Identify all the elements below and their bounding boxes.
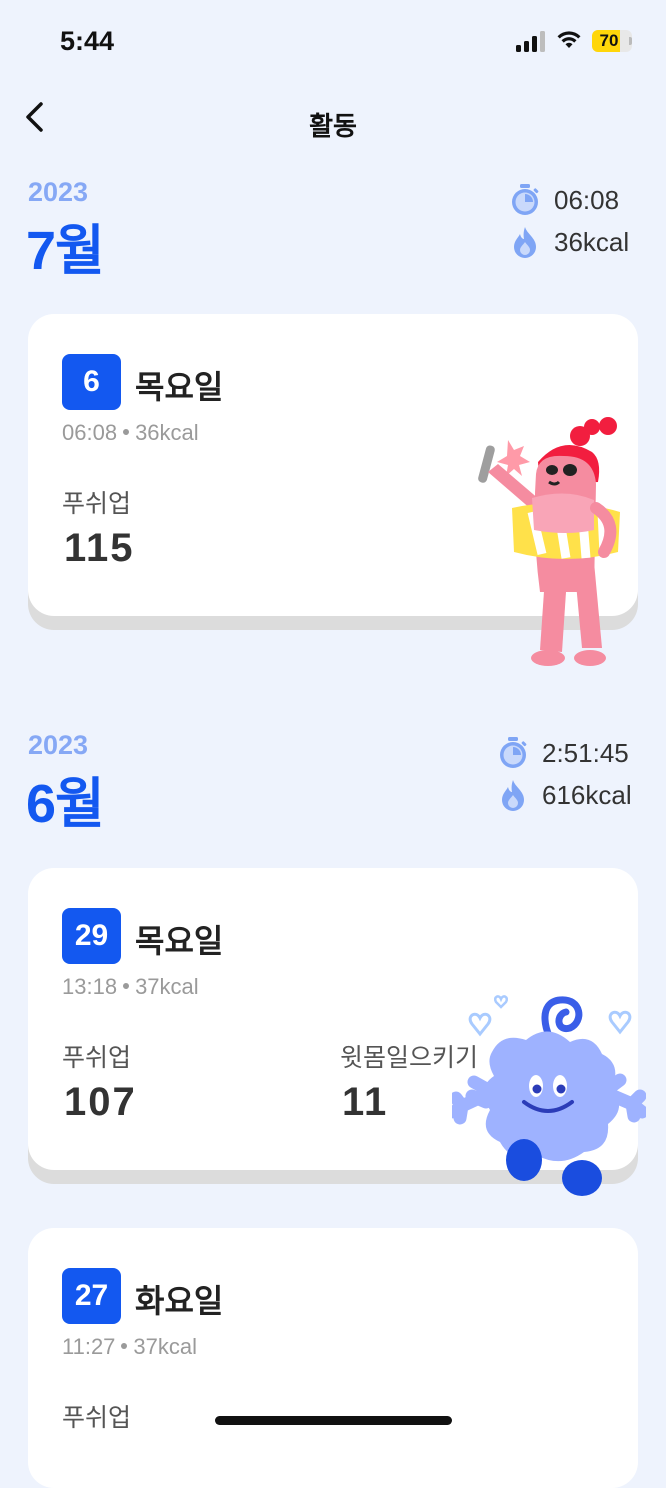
month-duration: 06:08 bbox=[508, 183, 619, 217]
year-label: 2023 bbox=[28, 177, 89, 207]
exercise-count: 115 bbox=[64, 526, 135, 570]
day-meta: 06:08 36kcal bbox=[62, 420, 199, 446]
month-label: 6월 bbox=[26, 774, 105, 834]
month-calories: 616kcal bbox=[496, 778, 632, 812]
month-duration: 2:51:45 bbox=[496, 736, 629, 770]
exercise-name: 푸쉬업 bbox=[62, 1044, 132, 1072]
day-calories: 36kcal bbox=[135, 420, 199, 445]
battery-level: 70 bbox=[599, 31, 619, 50]
page-title: 활동 bbox=[309, 111, 357, 141]
day-calories: 37kcal bbox=[133, 1334, 198, 1359]
day-card[interactable]: 27 화요일 11:27 37kcal 푸쉬업 bbox=[28, 1228, 638, 1488]
day-badge: 27 bbox=[62, 1268, 121, 1324]
year-label: 2023 bbox=[28, 730, 89, 760]
status-time: 5:44 bbox=[60, 26, 115, 56]
month-calories: 36kcal bbox=[508, 225, 629, 259]
weekday-label: 목요일 bbox=[135, 369, 224, 405]
battery-indicator: 70 bbox=[592, 30, 632, 52]
flame-icon bbox=[514, 227, 536, 258]
weekday-label: 화요일 bbox=[135, 1283, 224, 1319]
day-badge: 6 bbox=[62, 354, 121, 410]
day-badge: 29 bbox=[62, 908, 121, 964]
signal-icon bbox=[516, 30, 546, 52]
blue-character-illustration bbox=[452, 995, 646, 1196]
duration-value: 06:08 bbox=[554, 184, 620, 215]
weekday-label: 목요일 bbox=[135, 923, 224, 959]
day-time: 11:27 bbox=[62, 1334, 116, 1359]
flame-icon bbox=[502, 780, 524, 811]
pink-character-illustration bbox=[478, 417, 620, 666]
day-meta: 13:18 37kcal bbox=[62, 974, 199, 1000]
exercise-name: 푸쉬업 bbox=[62, 1404, 132, 1432]
day-time: 06:08 bbox=[62, 420, 118, 445]
day-time: 13:18 bbox=[62, 974, 118, 999]
exercise-name: 푸쉬업 bbox=[62, 490, 132, 518]
exercise-count: 11 bbox=[342, 1080, 389, 1124]
day-calories: 37kcal bbox=[135, 974, 199, 999]
stopwatch-icon bbox=[512, 184, 539, 215]
stopwatch-icon bbox=[500, 737, 527, 768]
calories-value: 36kcal bbox=[554, 226, 630, 257]
day-meta: 11:27 37kcal bbox=[62, 1334, 197, 1360]
home-indicator[interactable] bbox=[215, 1416, 452, 1425]
duration-value: 2:51:45 bbox=[542, 737, 629, 768]
month-label: 7월 bbox=[26, 221, 105, 281]
wifi-icon bbox=[557, 31, 581, 48]
calories-value: 616kcal bbox=[542, 779, 632, 810]
exercise-count: 107 bbox=[64, 1080, 137, 1124]
